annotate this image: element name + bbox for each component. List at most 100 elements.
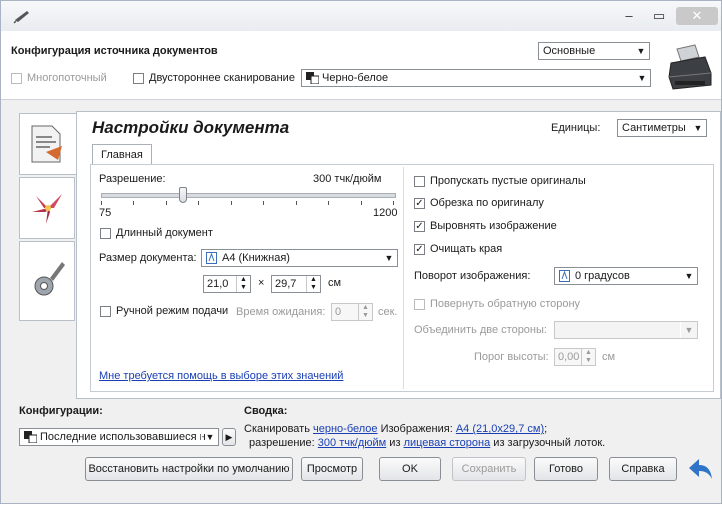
doc-size-label: Размер документа: xyxy=(99,252,197,264)
stepper-arrows-icon[interactable]: ▲ ▼ xyxy=(306,276,320,292)
preview-button[interactable]: Просмотр xyxy=(301,457,363,481)
minimize-button[interactable]: – xyxy=(616,7,642,25)
summary-text: ; xyxy=(544,423,548,435)
sidebar-tab-document[interactable] xyxy=(19,113,77,175)
resolution-slider[interactable] xyxy=(101,187,396,217)
source-config-bar: Конфигурация источника документов Основн… xyxy=(1,31,721,100)
wait-time-stepper[interactable]: 0 ▲ ▼ xyxy=(331,303,373,321)
sidebar-tab-image[interactable] xyxy=(19,177,75,239)
maximize-button[interactable]: ▭ xyxy=(646,7,672,25)
summary-line-2: разрешение: 300 тчк/дюйм из лицевая стор… xyxy=(249,437,605,449)
manual-feed-checkbox[interactable]: Ручной режим подачи xyxy=(100,305,228,317)
mode-select-value: Основные xyxy=(543,45,596,57)
manual-feed-label: Ручной режим подачи xyxy=(116,305,229,317)
times-sign: × xyxy=(258,277,265,289)
wait-time-value: 0 xyxy=(335,306,342,318)
configs-select-value: Последние использовавшиеся н xyxy=(40,431,206,443)
checkbox-box xyxy=(133,72,144,84)
slider-tick xyxy=(393,201,394,205)
tab-main[interactable]: Главная xyxy=(92,144,152,165)
checkmark-icon: ✓ xyxy=(414,220,425,232)
slider-tick xyxy=(328,201,329,205)
checkbox-box xyxy=(100,227,111,239)
paper-size-icon xyxy=(206,252,217,264)
mode-select[interactable]: Основные ▼ xyxy=(538,42,650,60)
tools-gear-icon xyxy=(34,262,65,296)
summary-line-1: Сканировать черно-белое Изображения: A4 … xyxy=(244,423,547,435)
sidebar-tab-tools[interactable] xyxy=(19,241,75,321)
document-settings-panel: Настройки документа Единицы: Сантиметры … xyxy=(76,111,721,399)
done-button[interactable]: Готово xyxy=(534,457,598,481)
stepper-arrows-icon[interactable]: ▲ ▼ xyxy=(236,276,250,292)
doc-size-select[interactable]: A4 (Книжная) ▼ xyxy=(201,249,398,267)
height-threshold-stepper[interactable]: 0,00 ▲ ▼ xyxy=(554,348,596,366)
panel-title: Настройки документа xyxy=(92,118,290,137)
checkbox-box xyxy=(11,72,22,84)
wait-time-unit: сек. xyxy=(378,306,398,318)
configs-menu-button[interactable]: ▶ xyxy=(222,428,236,446)
save-button[interactable]: Сохранить xyxy=(452,457,526,481)
help-button[interactable]: Справка xyxy=(609,457,677,481)
slider-tick xyxy=(231,201,232,205)
checkbox-box xyxy=(414,298,425,310)
multistream-checkbox[interactable]: Многопоточный xyxy=(11,72,107,84)
color-mode-value: Черно-белое xyxy=(322,72,389,84)
deskew-label: Выровнять изображение xyxy=(430,220,557,232)
crop-checkbox[interactable]: ✓ Обрезка по оригиналу xyxy=(414,197,544,209)
rotation-icon xyxy=(559,270,570,282)
rotate-back-checkbox[interactable]: Повернуть обратную сторону xyxy=(414,298,580,310)
summary-side-link[interactable]: лицевая сторона xyxy=(404,437,491,449)
checkbox-box xyxy=(414,175,425,187)
color-mode-select[interactable]: Черно-белое ▼ xyxy=(301,69,651,87)
summary-color-link[interactable]: черно-белое xyxy=(313,423,378,435)
duplex-label: Двустороннее сканирование xyxy=(149,72,295,84)
units-value: Сантиметры xyxy=(622,122,686,134)
duplex-checkbox[interactable]: Двустороннее сканирование xyxy=(133,72,295,84)
clean-edges-checkbox[interactable]: ✓ Очищать края xyxy=(414,243,502,255)
slider-tick xyxy=(361,201,362,205)
long-document-checkbox[interactable]: Длинный документ xyxy=(100,227,213,239)
slider-tick xyxy=(101,201,102,205)
summary-size-link[interactable]: A4 (21,0x29,7 см) xyxy=(456,423,544,435)
scanner-settings-window: – ▭ ✕ Конфигурация источника документов … xyxy=(0,0,722,504)
help-values-link[interactable]: Мне требуется помощь в выборе этих значе… xyxy=(99,370,343,382)
bottom-bar: Конфигурации: Сводка: Последние использо… xyxy=(1,399,721,505)
ok-button[interactable]: OK xyxy=(379,457,441,481)
height-threshold-unit: см xyxy=(602,351,616,363)
width-stepper[interactable]: 21,0 ▲ ▼ xyxy=(203,275,251,293)
play-arrow-icon: ▶ xyxy=(225,432,233,442)
summary-text: из xyxy=(389,437,401,449)
source-config-label: Конфигурация источника документов xyxy=(11,45,218,57)
resolution-value: 300 тчк/дюйм xyxy=(313,173,382,185)
height-value: 29,7 xyxy=(275,278,297,290)
merge-sides-select[interactable]: ▼ xyxy=(554,321,698,339)
stepper-arrows-icon[interactable]: ▲ ▼ xyxy=(358,304,372,320)
merge-sides-label: Объединить две стороны: xyxy=(414,324,547,336)
resolution-max: 1200 xyxy=(373,207,398,219)
summary-label: Сводка: xyxy=(244,405,288,417)
bw-mode-icon xyxy=(306,72,319,84)
bw-mode-icon xyxy=(24,431,37,443)
stepper-arrows-icon[interactable]: ▲ ▼ xyxy=(581,349,595,365)
resolution-min: 75 xyxy=(99,207,112,219)
back-arrow-icon[interactable] xyxy=(687,455,715,483)
height-threshold-value: 0,00 xyxy=(558,351,580,363)
close-button[interactable]: ✕ xyxy=(676,7,718,25)
height-threshold-label: Порог высоты: xyxy=(474,351,549,363)
restore-defaults-button[interactable]: Восстановить настройки по умолчанию xyxy=(85,457,293,481)
height-stepper[interactable]: 29,7 ▲ ▼ xyxy=(271,275,321,293)
rotation-select[interactable]: 0 градусов ▼ xyxy=(554,267,698,285)
multistream-label: Многопоточный xyxy=(27,72,107,84)
crop-label: Обрезка по оригиналу xyxy=(430,197,544,209)
column-divider xyxy=(403,167,404,389)
summary-resolution-link[interactable]: 300 тчк/дюйм xyxy=(318,437,386,449)
units-select[interactable]: Сантиметры ▼ xyxy=(617,119,707,137)
slider-thumb[interactable] xyxy=(179,187,187,203)
configs-select[interactable]: Последние использовавшиеся н ▼ xyxy=(19,428,219,446)
skip-blank-checkbox[interactable]: Пропускать пустые оригиналы xyxy=(414,175,586,187)
deskew-checkbox[interactable]: ✓ Выровнять изображение xyxy=(414,220,557,232)
chevron-down-icon: ▼ xyxy=(680,322,697,338)
scanner-device-icon xyxy=(668,44,712,90)
slider-tick xyxy=(263,201,264,205)
scanner-app-icon xyxy=(13,11,29,24)
